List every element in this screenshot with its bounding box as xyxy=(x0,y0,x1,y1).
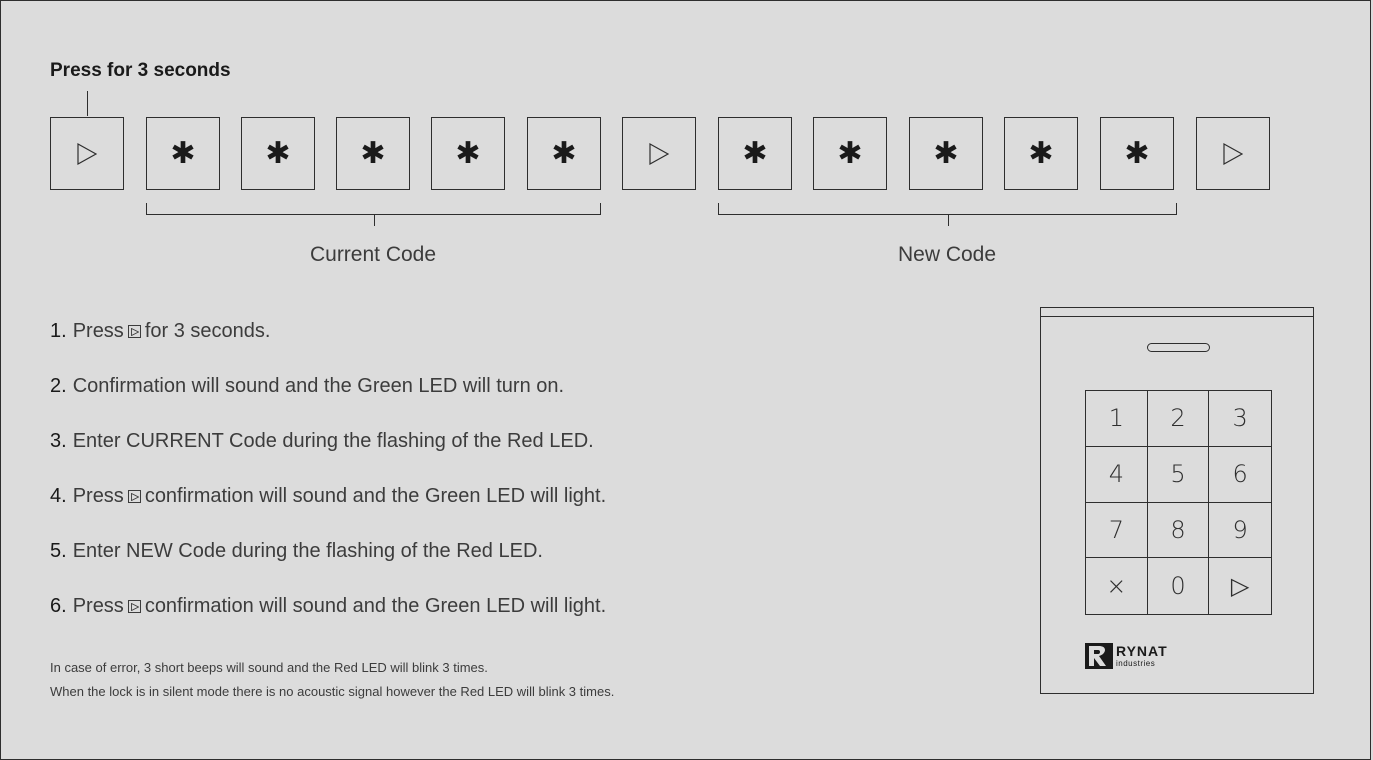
instruction-steps: 1. Press for 3 seconds. 2. Confirmation … xyxy=(50,318,606,648)
step-5: 5. Enter NEW Code during the flashing of… xyxy=(50,538,606,565)
code-digit-box: ✱ xyxy=(241,117,315,190)
code-digit-box: ✱ xyxy=(813,117,887,190)
step-text: Confirmation will sound and the Green LE… xyxy=(72,375,565,397)
step-text: confirmation will sound and the Green LE… xyxy=(144,595,607,617)
step-3: 3. Enter CURRENT Code during the flashin… xyxy=(50,428,606,455)
play-key-box xyxy=(622,117,696,190)
key-9: 9 xyxy=(1209,503,1271,559)
play-key-icon xyxy=(127,490,141,503)
play-icon xyxy=(77,142,97,165)
play-key-icon xyxy=(127,325,141,338)
press-indicator-line xyxy=(87,91,88,116)
brand-name: RYNAT xyxy=(1116,643,1168,659)
code-digit-box: ✱ xyxy=(1100,117,1174,190)
asterisk-icon: ✱ xyxy=(837,135,863,171)
play-key-icon xyxy=(127,600,141,613)
key-4: 4 xyxy=(1086,446,1148,503)
step-text: Enter CURRENT Code during the flashing o… xyxy=(72,430,594,452)
asterisk-icon: ✱ xyxy=(933,135,959,171)
step-2: 2. Confirmation will sound and the Green… xyxy=(50,373,606,400)
step-text: Press xyxy=(72,485,124,507)
new-code-bracket xyxy=(718,203,1177,226)
code-digit-box: ✱ xyxy=(909,117,983,190)
keypad-grid: 1 2 3 4 5 6 7 8 9 × 0 ▷ xyxy=(1085,390,1272,615)
brand-logo: RYNAT industries xyxy=(1085,643,1168,669)
led-indicator-slot xyxy=(1147,343,1210,352)
brand-subtitle: industries xyxy=(1116,659,1156,668)
code-digit-box: ✱ xyxy=(718,117,792,190)
key-6: 6 xyxy=(1209,447,1271,503)
key-cancel: × xyxy=(1086,558,1148,614)
device-top-edge xyxy=(1041,316,1313,317)
asterisk-icon: ✱ xyxy=(170,135,196,171)
code-digit-box: ✱ xyxy=(431,117,505,190)
asterisk-icon: ✱ xyxy=(742,135,768,171)
step-text: for 3 seconds. xyxy=(144,320,271,342)
asterisk-icon: ✱ xyxy=(1124,135,1150,171)
heading: Press for 3 seconds xyxy=(50,60,231,81)
code-digit-box: ✱ xyxy=(146,117,220,190)
step-text: Press xyxy=(72,320,124,342)
step-text: Press xyxy=(72,595,124,617)
silent-mode-note: When the lock is in silent mode there is… xyxy=(50,684,615,699)
play-key-box xyxy=(1196,117,1270,190)
step-number: 1. xyxy=(50,320,67,342)
step-6: 6. Press confirmation will sound and the… xyxy=(50,593,606,620)
code-digit-box: ✱ xyxy=(527,117,601,190)
code-digit-box: ✱ xyxy=(336,117,410,190)
play-icon xyxy=(1223,142,1243,165)
asterisk-icon: ✱ xyxy=(360,135,386,171)
asterisk-icon: ✱ xyxy=(265,135,291,171)
bracket-stem xyxy=(373,215,375,226)
code-digit-box: ✱ xyxy=(1004,117,1078,190)
asterisk-icon: ✱ xyxy=(551,135,577,171)
asterisk-icon: ✱ xyxy=(455,135,481,171)
keypad-device-illustration: 1 2 3 4 5 6 7 8 9 × 0 ▷ RYNAT industries xyxy=(1040,307,1314,694)
error-note: In case of error, 3 short beeps will sou… xyxy=(50,660,488,675)
step-text: confirmation will sound and the Green LE… xyxy=(144,485,607,507)
step-text: Enter NEW Code during the flashing of th… xyxy=(72,540,543,562)
play-key-box xyxy=(50,117,124,190)
step-number: 5. xyxy=(50,540,67,562)
key-2: 2 xyxy=(1147,391,1210,447)
play-icon xyxy=(649,142,669,165)
key-7: 7 xyxy=(1086,502,1148,559)
step-number: 6. xyxy=(50,595,67,617)
key-5: 5 xyxy=(1147,446,1210,503)
step-1: 1. Press for 3 seconds. xyxy=(50,318,606,345)
brand-logo-icon xyxy=(1085,643,1113,669)
asterisk-icon: ✱ xyxy=(1028,135,1054,171)
key-8: 8 xyxy=(1147,502,1210,559)
key-enter: ▷ xyxy=(1230,572,1250,601)
key-0: 0 xyxy=(1148,558,1210,614)
step-number: 4. xyxy=(50,485,67,507)
step-4: 4. Press confirmation will sound and the… xyxy=(50,483,606,510)
current-code-label: Current Code xyxy=(309,243,437,266)
current-code-bracket xyxy=(146,203,601,226)
key-3: 3 xyxy=(1209,391,1271,447)
step-number: 2. xyxy=(50,375,67,397)
key-1: 1 xyxy=(1086,391,1148,447)
bracket-stem xyxy=(947,215,949,226)
step-number: 3. xyxy=(50,430,67,452)
notes: In case of error, 3 short beeps will sou… xyxy=(50,656,614,704)
new-code-label: New Code xyxy=(897,243,997,266)
